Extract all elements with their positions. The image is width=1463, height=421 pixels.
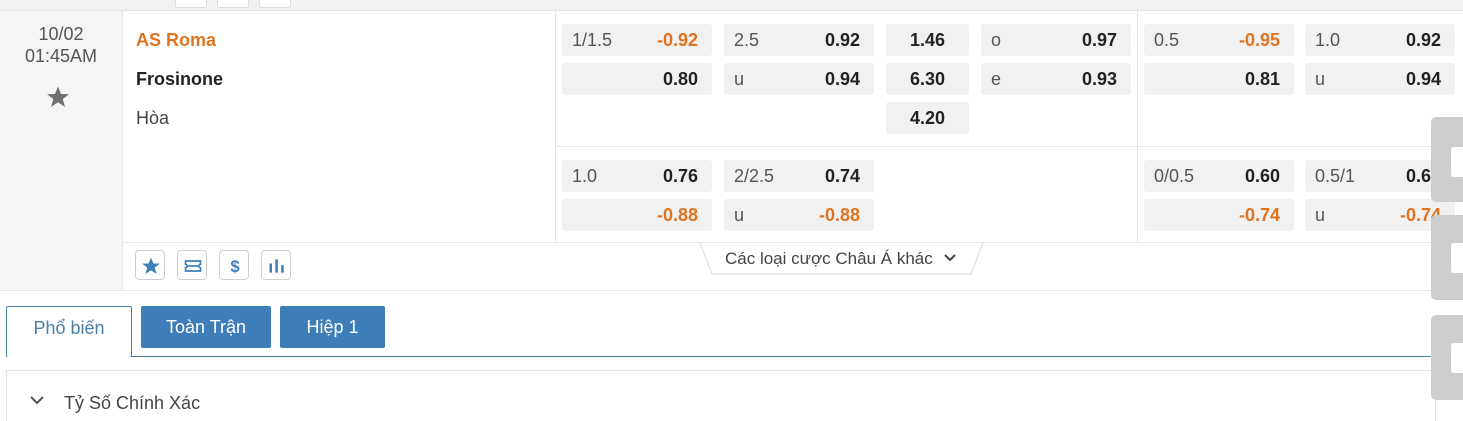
favorite-star-icon[interactable] [46,85,70,109]
tab-popular[interactable]: Phổ biến [6,306,132,357]
favorite-button[interactable] [135,250,165,280]
handicap-line: 0/0.5 [1154,166,1195,186]
odds-value: 1.46 [909,30,946,50]
divider [1137,11,1138,242]
odds-value: 0.94 [824,69,860,89]
first-half-under-odds[interactable]: u 0.94 [1305,63,1455,95]
star-icon [142,257,160,274]
toolbar-button[interactable] [259,0,291,8]
more-asian-bets-dropdown[interactable]: Các loại cược Châu Á khác [700,243,983,275]
odds-value: 0.97 [1081,30,1117,50]
over-under-over-odds[interactable]: 2.5 0.92 [724,24,874,56]
side-float-button[interactable] [1431,315,1463,400]
correct-score-section[interactable]: Tỷ Số Chính Xác [6,370,1436,421]
1x2-home-odds[interactable]: 1.46 [886,24,969,56]
alt-handicap-away-odds[interactable]: -0.88 [562,199,712,231]
first-half-handicap-home-odds[interactable]: 0.5 -0.95 [1144,24,1294,56]
divider [556,146,1463,147]
chevron-down-icon [30,396,44,405]
1x2-draw-odds[interactable]: 4.20 [886,102,969,134]
tab-full-match[interactable]: Toàn Trận [141,306,271,348]
odds-value: -0.92 [656,30,698,50]
match-time-column: 10/02 01:45AM [0,11,123,291]
handicap-line: 1.0 [572,166,598,186]
toolbar-button[interactable] [217,0,249,8]
more-bets-label: Các loại cược Châu Á khác [725,249,933,268]
match-time: 01:45AM [24,46,98,66]
side-float-button[interactable] [1431,117,1463,202]
top-toolbar-strip [0,0,1463,11]
odd-label: o [991,30,1002,50]
panel-side-icon [1451,343,1463,373]
alt-handicap-home-odds[interactable]: 1.0 0.76 [562,160,712,192]
1x2-away-odds[interactable]: 6.30 [886,63,969,95]
match-date: 10/02 [38,24,84,44]
odds-value: -0.88 [656,205,698,225]
odds-value: -0.74 [1238,205,1280,225]
odds-value: 0.81 [1244,69,1280,89]
dollar-icon: $ [230,257,240,276]
divider [0,290,1463,291]
alt-over-odds[interactable]: 2/2.5 0.74 [724,160,874,192]
odds-value: 0.76 [662,166,698,186]
under-label: u [1315,69,1326,89]
stats-button[interactable] [261,250,291,280]
alt-under-odds[interactable]: u -0.88 [724,199,874,231]
draw-label: Hòa [136,108,170,128]
total-line: 1.0 [1315,30,1341,50]
first-half-over-odds[interactable]: 1.0 0.92 [1305,24,1455,56]
tabs-underline [6,356,1436,357]
away-team-name[interactable]: Frosinone [136,69,223,90]
odds-value: 0.92 [1405,30,1441,50]
handicap-line: 0.5 [1154,30,1180,50]
svg-text:$: $ [230,257,240,276]
under-label: u [734,69,745,89]
odds-value: 0.92 [824,30,860,50]
alt-first-half-handicap-home-odds[interactable]: 0/0.5 0.60 [1144,160,1294,192]
stats-icon [269,259,284,273]
ticket-icon [184,260,202,272]
odds-value: -0.88 [818,205,860,225]
odd-even-odd-odds[interactable]: o 0.97 [981,24,1131,56]
handicap-home-odds[interactable]: 1/1.5 -0.92 [562,24,712,56]
odds-value: 6.30 [909,69,946,89]
odds-value: 4.20 [909,108,946,128]
even-label: e [991,69,1002,89]
handicap-away-odds[interactable]: 0.80 [562,63,712,95]
side-float-button[interactable] [1431,215,1463,300]
chevron-down-icon [944,254,956,262]
odds-value: 0.93 [1081,69,1117,89]
ticket-button[interactable] [177,250,207,280]
tab-first-half[interactable]: Hiệp 1 [280,306,385,348]
odds-value: 0.94 [1405,69,1441,89]
total-line: 0.5/1 [1315,166,1356,186]
total-line: 2.5 [734,30,760,50]
handicap-line: 1/1.5 [572,30,613,50]
under-label: u [734,205,745,225]
over-under-under-odds[interactable]: u 0.94 [724,63,874,95]
section-title: Tỷ Số Chính Xác [64,393,201,413]
odd-even-even-odds[interactable]: e 0.93 [981,63,1131,95]
home-team-name[interactable]: AS Roma [136,30,216,51]
first-half-handicap-away-odds[interactable]: 0.81 [1144,63,1294,95]
toolbar-button[interactable] [175,0,207,8]
odds-value: 0.74 [824,166,860,186]
odds-value: 0.80 [662,69,698,89]
dollar-side-icon [1451,147,1463,177]
divider [555,11,556,242]
alt-first-half-handicap-away-odds[interactable]: -0.74 [1144,199,1294,231]
under-label: u [1315,205,1326,225]
panel-side-icon [1451,243,1463,273]
odds-value: -0.95 [1238,30,1280,50]
total-line: 2/2.5 [734,166,775,186]
odds-movement-button[interactable]: $ [219,250,249,280]
odds-value: 0.60 [1244,166,1280,186]
